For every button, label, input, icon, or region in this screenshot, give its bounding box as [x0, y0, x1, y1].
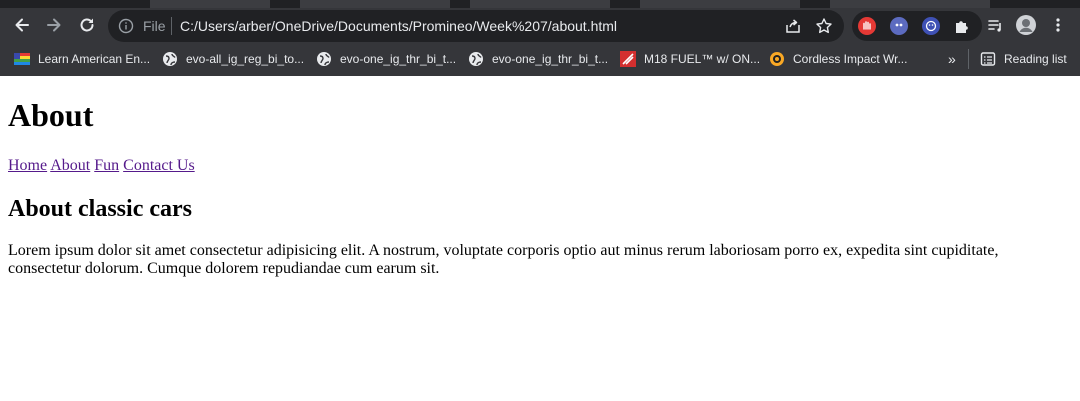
hand-extension-icon[interactable] [858, 17, 876, 35]
bookmarks-bar: Learn American En... evo-all_ig_reg_bi_t… [0, 44, 1080, 74]
url-text[interactable]: C:/Users/arber/OneDrive/Documents/Promin… [180, 18, 617, 34]
reading-queue-button[interactable] [981, 11, 1009, 39]
arrow-left-icon [15, 18, 29, 32]
back-button[interactable] [8, 11, 36, 39]
bookmark-item[interactable]: Learn American En... [14, 49, 150, 69]
puzzle-icon[interactable] [953, 17, 971, 35]
badge-icon [769, 51, 785, 67]
bookmarks-overflow-button[interactable]: » [948, 52, 956, 66]
face-extension-icon[interactable] [922, 17, 940, 35]
milwaukee-icon [620, 51, 636, 67]
arrow-right-icon [47, 18, 61, 32]
scheme-label: File [143, 18, 166, 34]
tab[interactable] [830, 0, 990, 8]
site-nav: Home About Fun Contact Us [8, 156, 195, 175]
queue-icon [988, 20, 1001, 32]
extensions-pill [852, 11, 982, 41]
bookmark-item[interactable]: Cordless Impact Wr... [769, 49, 907, 69]
tab[interactable] [470, 0, 610, 8]
bookmark-label: Cordless Impact Wr... [793, 52, 908, 66]
bookmark-label: Learn American En... [38, 52, 151, 66]
avatar [1016, 15, 1036, 35]
share-icon[interactable] [784, 17, 802, 35]
bookmark-item[interactable]: evo-one_ig_thr_bi_t... [316, 49, 456, 69]
tab-strip [0, 0, 1080, 8]
section-heading: About classic cars [8, 196, 192, 222]
menu-button[interactable] [1044, 11, 1072, 39]
globe-icon [162, 51, 178, 67]
reading-list-icon [980, 51, 996, 67]
reading-list-label: Reading list [1004, 52, 1067, 66]
address-bar[interactable]: File C:/Users/arber/OneDrive/Documents/P… [108, 10, 844, 42]
globe-icon [316, 51, 332, 67]
bookmark-label: M18 FUEL™ w/ ON... [644, 52, 761, 66]
nav-link-fun[interactable]: Fun [94, 157, 119, 174]
divider [968, 49, 969, 69]
nav-link-about[interactable]: About [50, 157, 90, 174]
globe-icon [468, 51, 484, 67]
nav-link-home[interactable]: Home [8, 157, 47, 174]
bookmark-label: evo-all_ig_reg_bi_to... [186, 52, 305, 66]
kebab-menu-icon [1056, 18, 1060, 32]
bookmark-label: evo-one_ig_thr_bi_t... [340, 52, 457, 66]
tab[interactable] [150, 0, 270, 8]
tab[interactable] [300, 0, 450, 8]
page-content: About Home About Fun Contact Us About cl… [0, 76, 1080, 401]
forward-button[interactable] [40, 11, 68, 39]
bookmark-item[interactable]: M18 FUEL™ w/ ON... [620, 49, 760, 69]
page-title: About [8, 97, 94, 133]
profile-button[interactable] [1012, 11, 1040, 39]
tab[interactable] [640, 0, 800, 8]
browser-chrome: File C:/Users/arber/OneDrive/Documents/P… [0, 0, 1080, 76]
bookmark-item[interactable]: evo-one_ig_thr_bi_t... [468, 49, 608, 69]
body-paragraph: Lorem ipsum dolor sit amet consectetur a… [8, 242, 999, 277]
toolbar: File C:/Users/arber/OneDrive/Documents/P… [0, 8, 1080, 44]
star-icon[interactable] [815, 17, 833, 35]
info-icon[interactable] [118, 18, 134, 34]
reading-list-button[interactable]: Reading list [980, 49, 1067, 69]
divider [171, 17, 172, 35]
ghost-extension-icon[interactable] [890, 17, 908, 35]
reload-icon [80, 18, 94, 32]
bookmark-item[interactable]: evo-all_ig_reg_bi_to... [162, 49, 304, 69]
flag-icon [14, 51, 30, 67]
reload-button[interactable] [73, 11, 101, 39]
nav-link-contact[interactable]: Contact Us [123, 157, 195, 174]
bookmark-label: evo-one_ig_thr_bi_t... [492, 52, 609, 66]
